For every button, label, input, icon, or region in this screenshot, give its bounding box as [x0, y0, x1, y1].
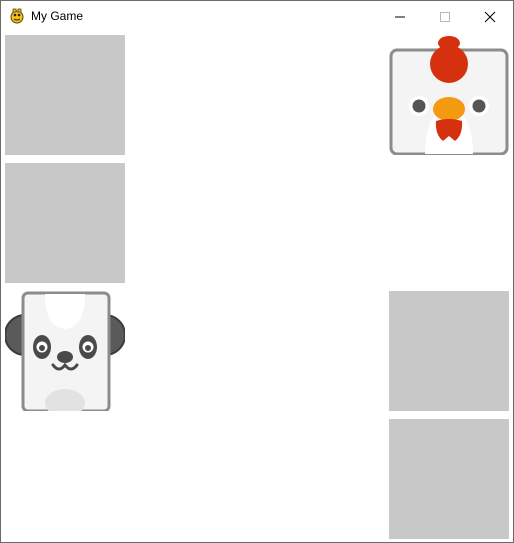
maximize-button[interactable]: [422, 1, 467, 32]
pygame-snake-icon: [9, 8, 25, 24]
card-face-down[interactable]: [389, 291, 509, 411]
card-face-down[interactable]: [389, 419, 509, 539]
game-board: [5, 35, 511, 541]
game-window: My Game: [0, 0, 514, 543]
panda-card[interactable]: [5, 291, 125, 411]
card-face-down[interactable]: [5, 163, 125, 283]
minimize-button[interactable]: [377, 1, 422, 32]
maximize-icon: [439, 11, 450, 22]
panda-icon: [5, 291, 125, 411]
title-bar[interactable]: My Game: [1, 1, 513, 32]
card-face-down[interactable]: [5, 35, 125, 155]
close-button[interactable]: [467, 1, 512, 32]
chicken-icon: [389, 36, 509, 155]
window-title: My Game: [31, 9, 84, 23]
close-icon: [484, 11, 495, 22]
chicken-card[interactable]: [389, 35, 509, 155]
minimize-icon: [394, 16, 405, 17]
